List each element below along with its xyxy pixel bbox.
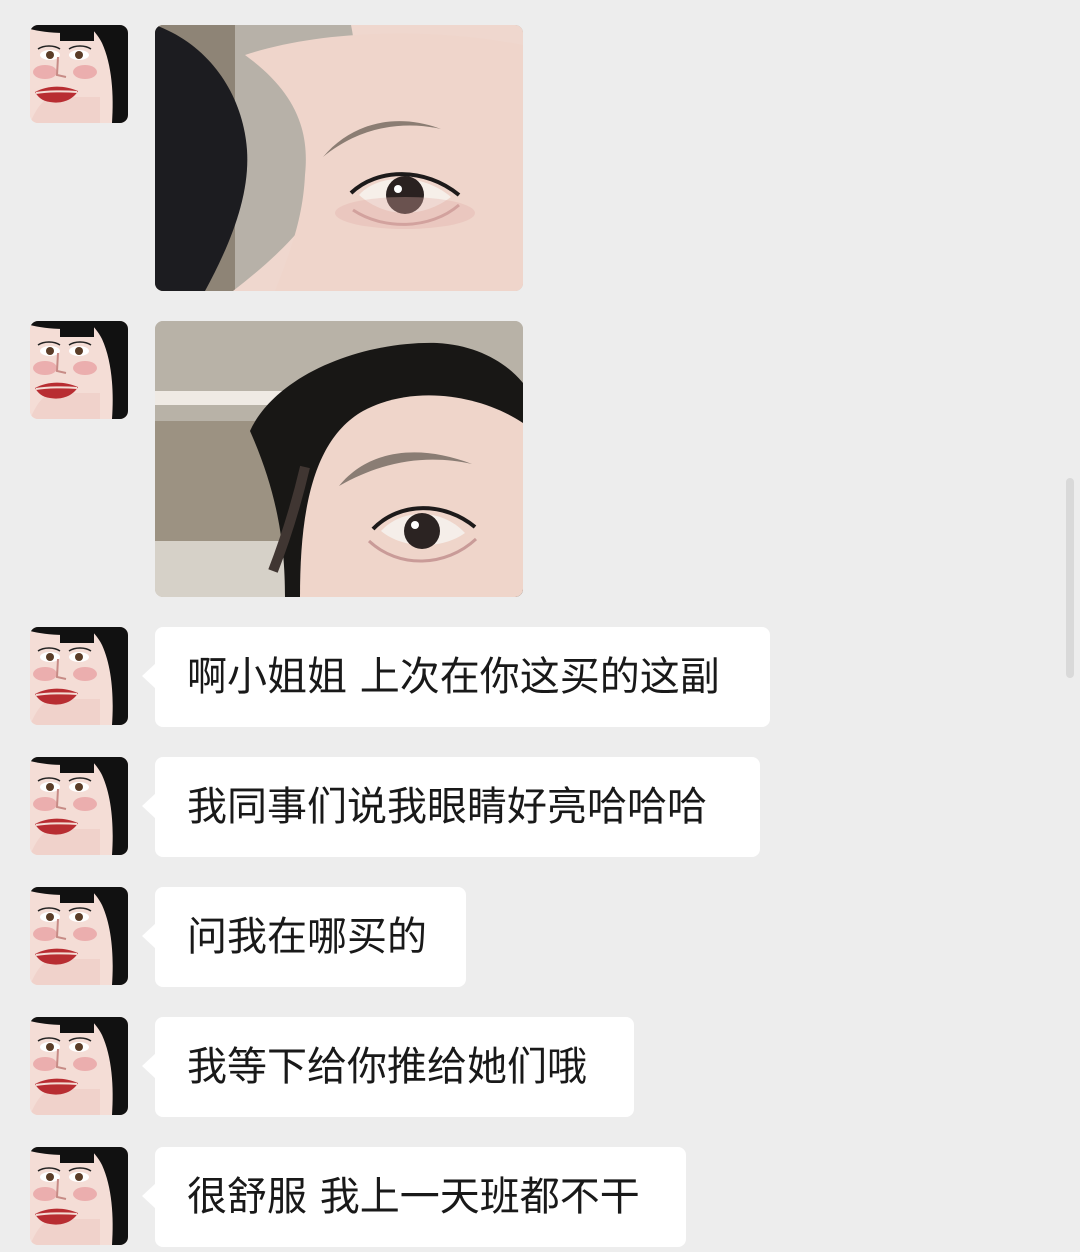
- chat-message-list[interactable]: 啊小姐姐 上次在你这买的这副 我同事们说我眼睛好亮哈哈哈 问我在哪买的 我等下给…: [0, 0, 1080, 1252]
- chat-scrollbar[interactable]: [1066, 478, 1074, 678]
- message-bubble[interactable]: 很舒服 我上一天班都不干: [142, 1147, 686, 1247]
- message-text: 很舒服 我上一天班都不干: [187, 1174, 640, 1220]
- contact-avatar[interactable]: [30, 1017, 128, 1115]
- message-bubble[interactable]: 啊小姐姐 上次在你这买的这副: [142, 627, 770, 727]
- message-text: 我等下给你推给她们哦: [187, 1044, 587, 1090]
- contact-avatar[interactable]: [30, 1147, 128, 1245]
- message-bubble[interactable]: 我等下给你推给她们哦: [142, 1017, 634, 1117]
- message-bubble[interactable]: 问我在哪买的: [142, 887, 466, 987]
- message-text: 啊小姐姐 上次在你这买的这副: [187, 654, 720, 700]
- contact-avatar[interactable]: [30, 757, 128, 855]
- contact-avatar[interactable]: [30, 887, 128, 985]
- message-image[interactable]: [155, 321, 523, 597]
- contact-avatar[interactable]: [30, 25, 128, 123]
- message-text: 我同事们说我眼睛好亮哈哈哈: [187, 784, 707, 830]
- message-bubble[interactable]: 我同事们说我眼睛好亮哈哈哈: [142, 757, 760, 857]
- message-text: 问我在哪买的: [187, 914, 427, 960]
- contact-avatar[interactable]: [30, 627, 128, 725]
- message-image[interactable]: [155, 25, 523, 291]
- contact-avatar[interactable]: [30, 321, 128, 419]
